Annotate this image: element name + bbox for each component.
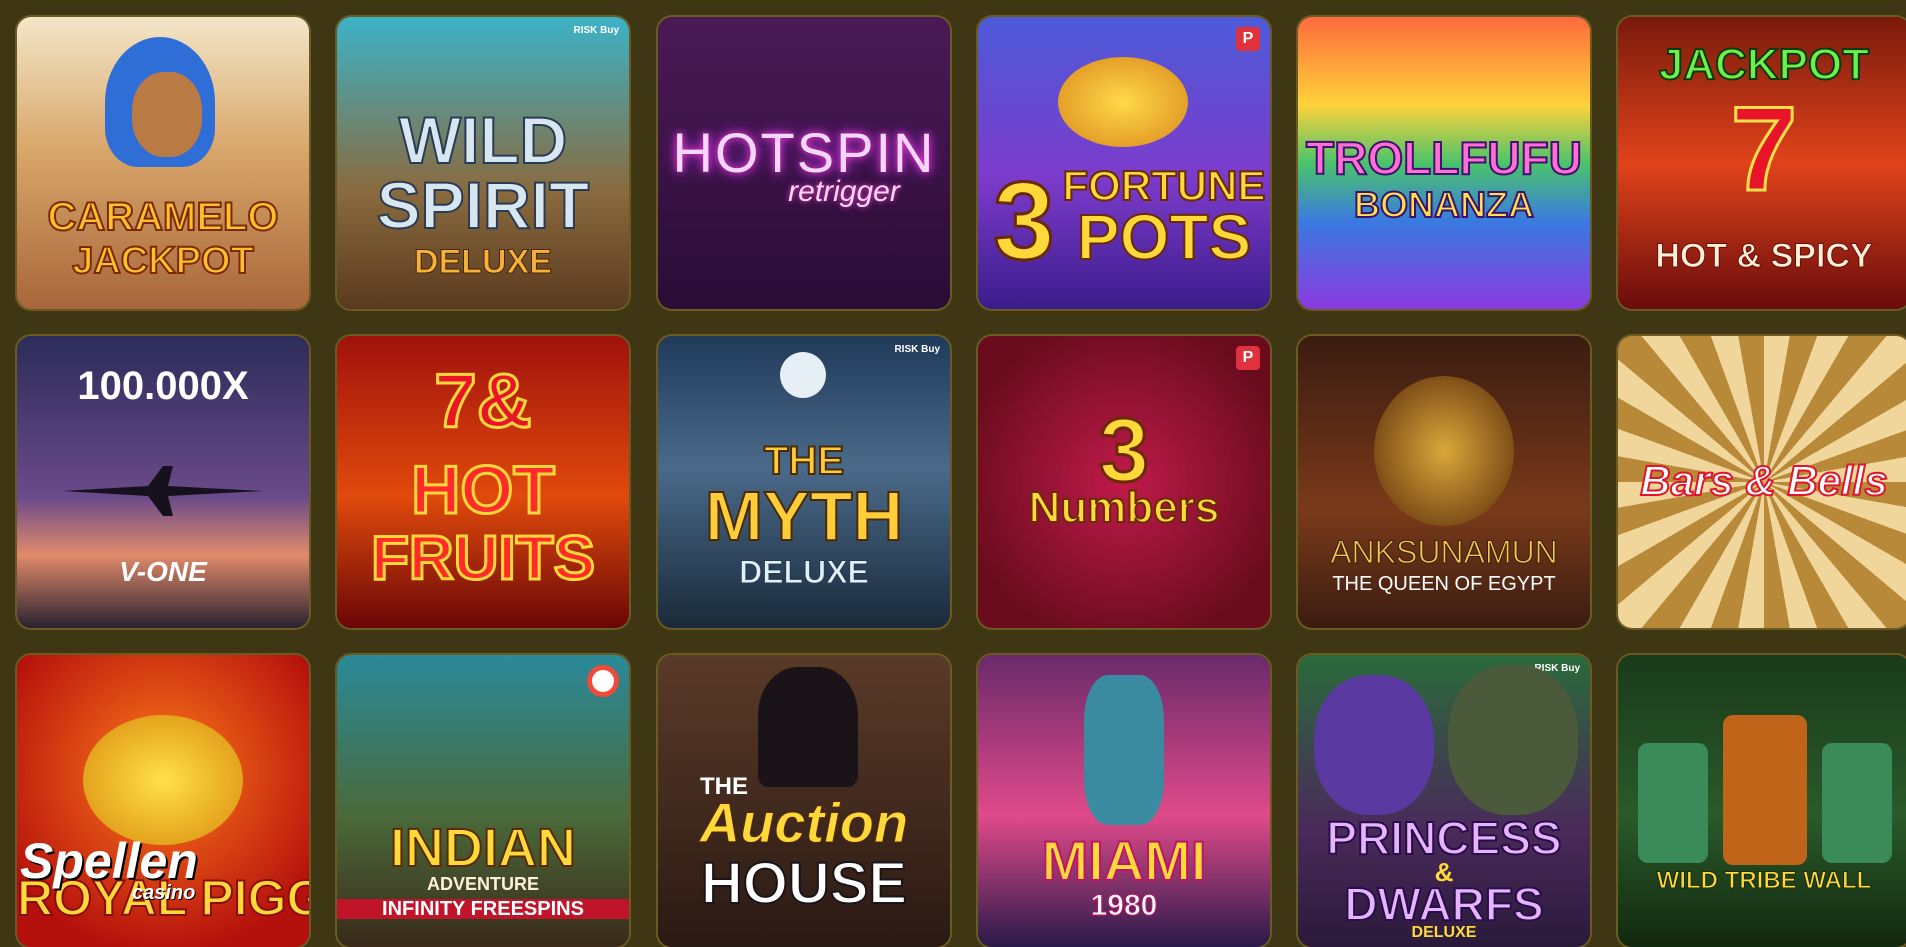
game-title-line2: THE QUEEN OF EGYPT (1332, 573, 1556, 595)
game-tile-7-hot-fruits[interactable]: 7& HOT FRUITS (337, 336, 629, 628)
game-title-line1: 7& (433, 359, 533, 444)
game-tile-3-numbers[interactable]: P 3 Numbers (978, 336, 1270, 628)
game-title-line4: DELUXE (1411, 924, 1477, 941)
brand-sub: casino (132, 882, 196, 904)
game-title-line1: INDIAN (389, 818, 577, 878)
game-title-line1: MIAMI (1041, 829, 1208, 892)
tribal-mask-center (1723, 715, 1807, 865)
gold-pot (1058, 57, 1188, 147)
game-title-line2: Numbers (1028, 483, 1221, 532)
auctioneer (758, 667, 858, 787)
game-title-line2: retrigger (788, 175, 900, 208)
game-title-line1: TROLLFUFU (1305, 132, 1583, 184)
game-title-line3: FRUITS (370, 524, 597, 593)
risk-buy-badge: RISK Buy (894, 344, 940, 355)
game-tile-the-auction-house[interactable]: THE Auction HOUSE (658, 655, 950, 947)
game-title-line2: JACKPOT (71, 240, 255, 282)
game-title-line1: THE (763, 439, 845, 483)
game-title-line1: ANKSUNAMUN (1330, 534, 1559, 570)
brand-logo[interactable]: Spellen casino (20, 832, 220, 904)
game-title-line3: POTS (1076, 201, 1252, 273)
game-title-line3: INFINITY FREESPINS (337, 899, 629, 919)
game-title-line2: MYTH (704, 477, 904, 555)
game-title-line2: 7 (1729, 82, 1799, 216)
target-icon (587, 665, 619, 697)
game-title-line2: HOT (410, 452, 557, 528)
game-tile-the-myth-deluxe[interactable]: RISK Buy THE MYTH DELUXE (658, 336, 950, 628)
game-title-line3: HOT & SPICY (1655, 237, 1873, 275)
game-tile-indian-adventure[interactable]: INDIAN ADVENTURE INFINITY FREESPINS (337, 655, 629, 947)
game-tile-bars-bells[interactable]: Bars & Bells (1618, 336, 1906, 628)
game-title-line1: WILD (398, 103, 569, 177)
piggy (83, 715, 243, 845)
game-tile-jackpot-hot-spicy[interactable]: JACKPOT 7 HOT & SPICY (1618, 17, 1906, 309)
p-badge: P (1236, 346, 1260, 370)
game-tile-wild-tribe-wall[interactable]: WILD TRIBE WALL (1618, 655, 1906, 947)
game-tile-trollfufu-bonanza[interactable]: TROLLFUFU BONANZA (1298, 17, 1590, 309)
game-title-line3: HOUSE (700, 851, 908, 916)
game-tile-v-one[interactable]: 100.000X V-ONE (17, 336, 309, 628)
game-tile-wild-spirit-deluxe[interactable]: RISK Buy WILD SPIRIT DELUXE (337, 17, 629, 309)
moon (780, 352, 826, 398)
game-title-line2: ADVENTURE (426, 874, 539, 894)
game-tile-hotspin-retrigger[interactable]: HOTSPIN retrigger (658, 17, 950, 309)
game-tile-princess-dwarfs-deluxe[interactable]: RISK Buy PRINCESS & DWARFS DELUXE (1298, 655, 1590, 947)
game-title-line1: PRINCESS (1325, 812, 1562, 864)
game-title-line3: DELUXE (739, 554, 870, 590)
game-title-line1: Bars & Bells (1639, 457, 1888, 504)
game-title-line3: DELUXE (414, 243, 553, 281)
tribal-mask-left (1638, 743, 1708, 863)
dog-face (132, 72, 202, 157)
character-figure (1084, 675, 1164, 825)
game-title-line1: WILD TRIBE WALL (1656, 867, 1872, 894)
game-tile-caramelo-jackpot[interactable]: CARAMELO JACKPOT (17, 17, 309, 309)
princess (1314, 675, 1434, 815)
queen-portrait (1374, 376, 1514, 526)
airplane-icon (63, 466, 263, 516)
game-tile-3-fortune-pots[interactable]: P 3 FORTUNE POTS (978, 17, 1270, 309)
dwarf (1448, 665, 1578, 815)
p-badge: P (1236, 27, 1260, 51)
game-title-line2: V-ONE (119, 556, 207, 587)
game-tile-miami-1980[interactable]: MIAMI 1980 (978, 655, 1270, 947)
game-grid: CARAMELO JACKPOT RISK Buy WILD SPIRIT DE… (0, 0, 1906, 947)
game-title-line2: BONANZA (1353, 184, 1535, 225)
game-tile-anksunamun[interactable]: ANKSUNAMUN THE QUEEN OF EGYPT (1298, 336, 1590, 628)
game-title-line2: SPIRIT (376, 168, 591, 242)
game-title-line3: DWARFS (1343, 878, 1544, 930)
game-title-line2: Auction (699, 791, 909, 854)
game-title-line1: JACKPOT (1658, 40, 1870, 89)
risk-buy-badge: RISK Buy (573, 25, 619, 36)
game-title-line1: 100.000X (77, 364, 249, 408)
tribal-mask-right (1822, 743, 1892, 863)
game-title-line1: HOTSPIN (672, 121, 936, 184)
game-title-line1: CARAMELO (46, 195, 279, 239)
